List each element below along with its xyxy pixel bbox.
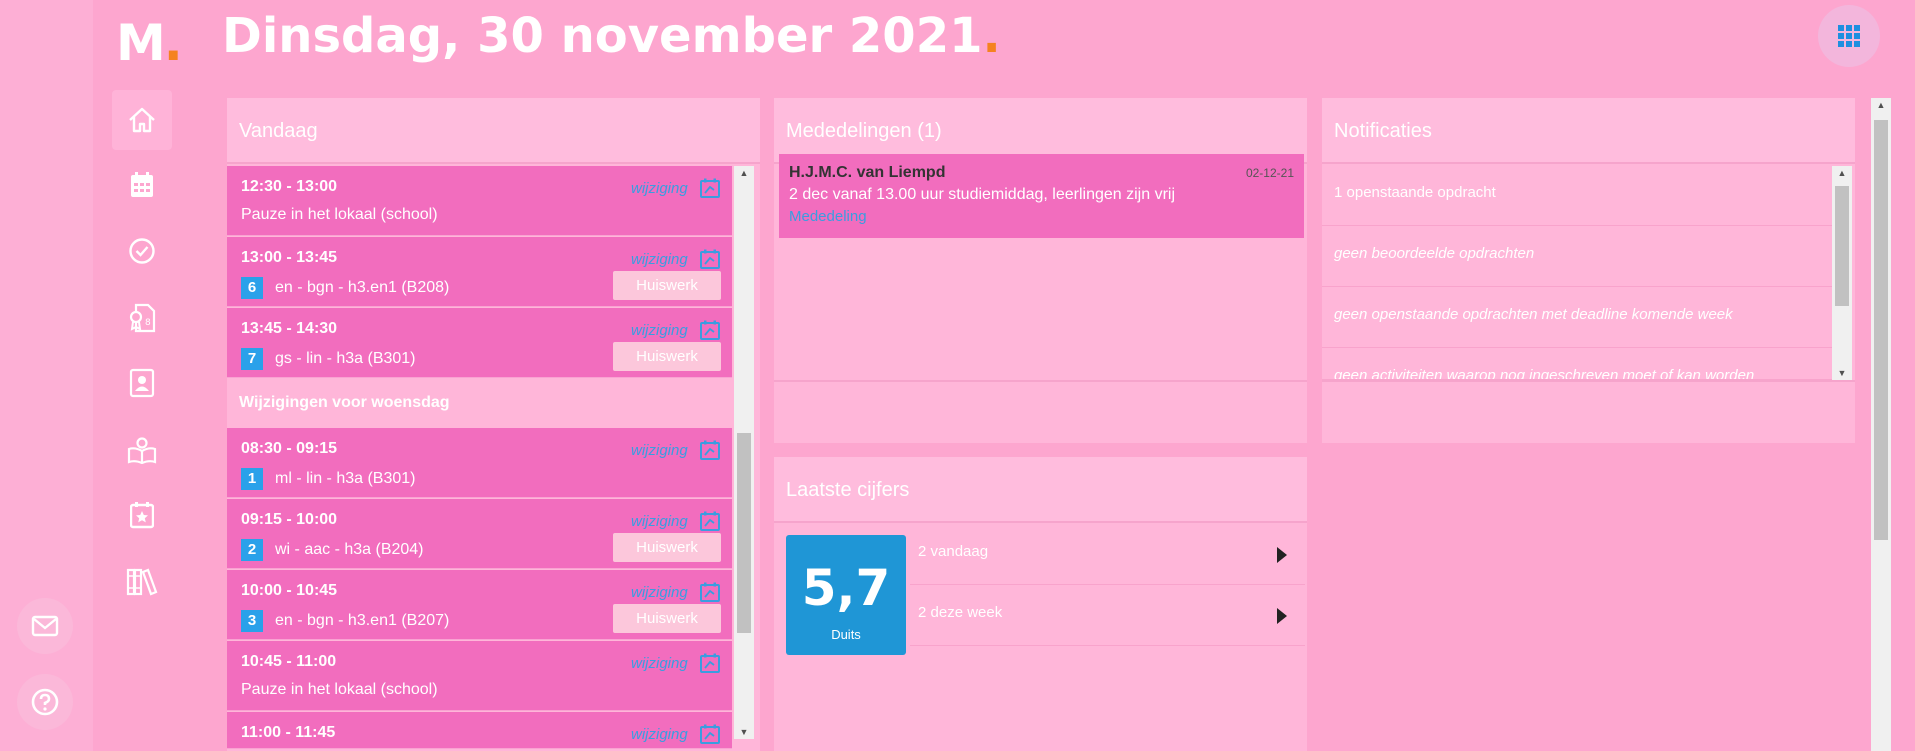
lesson-item[interactable]: 11:00 - 11:45 wijziging	[227, 712, 732, 749]
nav-tasks[interactable]	[112, 221, 172, 281]
scroll-thumb[interactable]	[1874, 120, 1888, 540]
grades-week-row[interactable]: 2 deze week	[910, 586, 1305, 646]
homework-button[interactable]: Huiswerk	[613, 271, 721, 300]
nav-study-guides[interactable]	[112, 420, 172, 480]
notificaties-scrollbar[interactable]: ▲ ▼	[1832, 166, 1852, 380]
vandaag-title: Vandaag	[227, 98, 760, 164]
nav-agenda[interactable]	[112, 155, 172, 215]
announcement-text: 2 dec vanaf 13.00 uur studiemiddag, leer…	[789, 186, 1176, 203]
calendar-change-icon	[700, 582, 720, 602]
wijziging-label: wijziging	[631, 322, 688, 339]
study-guide-icon	[127, 437, 157, 464]
lesson-item[interactable]: 13:45 - 14:30 7 gs - lin - h3a (B301) wij…	[227, 308, 732, 378]
lesson-hour-badge: 1	[241, 468, 263, 490]
scroll-down-arrow[interactable]: ▼	[1832, 366, 1852, 380]
notificaties-title: Notificaties	[1322, 98, 1855, 164]
calendar-change-icon	[700, 320, 720, 340]
mededelingen-panel: Mededelingen (1) H.J.M.C. van Liempd 02-…	[774, 98, 1307, 443]
grades-today-row[interactable]: 2 vandaag	[910, 525, 1305, 585]
notificaties-panel: Notificaties 1 openstaande opdracht geen…	[1322, 98, 1855, 443]
homework-button[interactable]: Huiswerk	[613, 604, 721, 633]
announcement-item[interactable]: H.J.M.C. van Liempd 02-12-21 2 dec vanaf…	[779, 154, 1304, 238]
notification-item[interactable]: geen openstaande opdrachten met deadline…	[1322, 288, 1832, 348]
announcement-type: Mededeling	[789, 208, 867, 225]
vandaag-scrollbar[interactable]: ▲ ▼	[734, 166, 754, 739]
home-icon	[129, 107, 155, 133]
notification-item[interactable]: geen activiteiten waarop nog ingeschreve…	[1322, 349, 1832, 380]
calendar-change-icon	[700, 511, 720, 531]
apps-button[interactable]	[1818, 5, 1880, 67]
announcement-sender: H.J.M.C. van Liempd	[789, 164, 946, 181]
apps-grid-icon	[1838, 25, 1860, 47]
lesson-hour-badge: 7	[241, 348, 263, 370]
lesson-item[interactable]: 08:30 - 09:15 1 ml - lin - h3a (B301) wij…	[227, 428, 732, 498]
wijziging-label: wijziging	[631, 442, 688, 459]
notification-item[interactable]: geen beoordeelde opdrachten	[1322, 227, 1832, 287]
divider	[1322, 380, 1855, 382]
lesson-item[interactable]: 10:00 - 10:45 3 en - bgn - h3.en1 (B207) …	[227, 570, 732, 640]
lesson-item[interactable]: 10:45 - 11:00 Pauze in het lokaal (schoo…	[227, 641, 732, 711]
calendar-change-icon	[700, 440, 720, 460]
calendar-change-icon	[700, 724, 720, 744]
nav-contacts[interactable]	[112, 353, 172, 413]
vandaag-panel: Vandaag 12:30 - 13:00 Pauze in het lokaa…	[227, 98, 760, 751]
lesson-item[interactable]: 13:00 - 13:45 6 en - bgn - h3.en1 (B208) …	[227, 237, 732, 307]
grades-icon: 8	[129, 303, 156, 333]
lesson-item[interactable]: 12:30 - 13:00 Pauze in het lokaal (schoo…	[227, 166, 732, 236]
page-title: Dinsdag, 30 november 2021.	[222, 8, 1001, 64]
lesson-hour-badge: 3	[241, 610, 263, 632]
announcement-date: 02-12-21	[1245, 166, 1294, 180]
homework-button[interactable]: Huiswerk	[613, 533, 721, 562]
contacts-icon	[129, 368, 155, 398]
grade-value: 5,7	[801, 559, 891, 617]
scroll-down-arrow[interactable]: ▼	[734, 725, 754, 739]
scroll-up-arrow[interactable]: ▲	[1871, 98, 1891, 112]
wijziging-label: wijziging	[631, 513, 688, 530]
chevron-right-icon	[1277, 608, 1287, 624]
notification-item[interactable]: 1 openstaande opdracht	[1322, 166, 1832, 226]
help-icon	[31, 688, 59, 716]
lesson-hour-badge: 2	[241, 539, 263, 561]
wijziging-label: wijziging	[631, 726, 688, 743]
day-separator: Wijzigingen voor woensdag	[227, 380, 732, 424]
svg-text:8: 8	[145, 318, 151, 328]
calendar-icon	[131, 172, 153, 197]
nav-grades[interactable]: 8	[112, 288, 172, 348]
app-logo[interactable]: M.	[116, 14, 183, 72]
divider	[774, 380, 1307, 382]
activities-icon	[130, 502, 154, 529]
scroll-thumb[interactable]	[737, 433, 751, 633]
scroll-up-arrow[interactable]: ▲	[1832, 166, 1852, 180]
chevron-right-icon	[1277, 547, 1287, 563]
grade-subject: Duits	[831, 627, 861, 642]
mail-button[interactable]	[17, 598, 73, 654]
wijziging-label: wijziging	[631, 180, 688, 197]
wijziging-label: wijziging	[631, 655, 688, 672]
scroll-thumb[interactable]	[1835, 186, 1849, 306]
calendar-change-icon	[700, 653, 720, 673]
mail-icon	[31, 615, 59, 637]
lesson-item[interactable]: 09:15 - 10:00 2 wi - aac - h3a (B204) wij…	[227, 499, 732, 569]
lesson-hour-badge: 6	[241, 277, 263, 299]
cijfers-panel: Laatste cijfers 5,7 Duits 2 vandaag 2 de…	[774, 457, 1307, 751]
wijziging-label: wijziging	[631, 584, 688, 601]
wijziging-label: wijziging	[631, 251, 688, 268]
nav-activities[interactable]	[112, 485, 172, 545]
grade-tile[interactable]: 5,7 Duits	[786, 535, 906, 655]
nav-home[interactable]	[112, 90, 172, 150]
nav-learning-resources[interactable]	[112, 552, 172, 612]
page-scrollbar[interactable]: ▲	[1871, 98, 1891, 751]
books-icon	[126, 568, 158, 596]
help-button[interactable]	[17, 674, 73, 730]
scroll-up-arrow[interactable]: ▲	[734, 166, 754, 180]
calendar-change-icon	[700, 249, 720, 269]
cijfers-title: Laatste cijfers	[774, 457, 1307, 523]
homework-button[interactable]: Huiswerk	[613, 342, 721, 371]
calendar-change-icon	[700, 178, 720, 198]
check-circle-icon	[129, 238, 155, 264]
